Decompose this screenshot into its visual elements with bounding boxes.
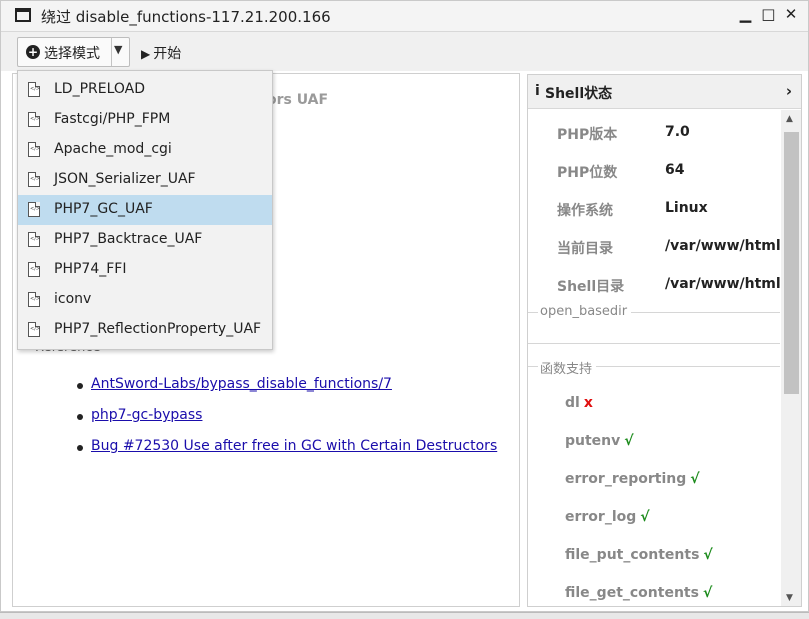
list-item: AntSword-Labs/bypass_disable_functions/7 (76, 376, 497, 407)
list-item: php7-gc-bypass (76, 407, 497, 438)
code-file-icon (28, 142, 40, 157)
check-icon: √ (690, 471, 700, 487)
functions-fieldset: 函数支持 dl x putenv √ error_reporting √ error_… (528, 358, 780, 606)
bottom-edge (0, 612, 809, 619)
functions-legend: 函数支持 (538, 358, 597, 377)
check-icon: √ (703, 547, 713, 563)
close-button[interactable]: ✕ (784, 5, 800, 23)
code-file-icon (28, 172, 40, 187)
title-bar: 绕过 disable_functions-117.21.200.166 ▁ □ … (1, 1, 808, 31)
toolbar: + 选择模式 ▼ ▶ 开始 (1, 31, 808, 71)
function-putenv: putenv √ (565, 433, 634, 449)
reference-list: AntSword-Labs/bypass_disable_functions/7… (76, 376, 497, 469)
reference-link-bug-72530[interactable]: Bug #72530 Use after free in GC with Cer… (91, 438, 497, 454)
window-icon (15, 8, 31, 22)
split-divider (111, 38, 112, 66)
code-file-icon (28, 322, 40, 337)
plus-circle-icon: + (26, 45, 40, 59)
maximize-button[interactable]: □ (761, 5, 777, 23)
start-button[interactable]: ▶ 开始 (141, 43, 181, 63)
check-icon: √ (640, 509, 650, 525)
code-file-icon (28, 112, 40, 127)
function-error-reporting: error_reporting √ (565, 471, 700, 487)
function-error-log: error_log √ (565, 509, 650, 525)
code-file-icon (28, 232, 40, 247)
code-file-icon (28, 82, 40, 97)
function-dl: dl x (565, 395, 593, 411)
menu-item-php74-ffi[interactable]: PHP74_FFI (18, 255, 272, 285)
select-mode-button[interactable]: + 选择模式 ▼ (17, 37, 130, 67)
scrollbar-thumb[interactable] (784, 132, 799, 394)
menu-item-fastcgi-php-fpm[interactable]: Fastcgi/PHP_FPM (18, 105, 272, 135)
prop-php-bits: PHP位数 64 (557, 162, 685, 181)
start-label: 开始 (153, 46, 182, 62)
menu-item-apache-mod-cgi[interactable]: Apache_mod_cgi (18, 135, 272, 165)
prop-current-dir: 当前目录/var/www/html (557, 238, 780, 257)
chevron-down-icon[interactable]: ▼ (114, 43, 122, 56)
shell-status-body: PHP版本 7.0 PHP位数 64 操作系统 Linux 当前目录/var/www/… (528, 110, 780, 606)
shell-status-title: Shell状态 (545, 86, 613, 102)
select-mode-label: 选择模式 (44, 46, 100, 62)
window-controls: ▁ □ ✕ (738, 5, 800, 23)
play-icon: ▶ (141, 47, 151, 61)
shell-status-scrollbar[interactable]: ▲ ▼ (781, 110, 801, 606)
menu-item-iconv[interactable]: iconv (18, 285, 272, 315)
list-item: Bug #72530 Use after free in GC with Cer… (76, 438, 497, 469)
reference-link-antsword-labs[interactable]: AntSword-Labs/bypass_disable_functions/7 (91, 376, 392, 392)
menu-item-php7-backtrace-uaf[interactable]: PHP7_Backtrace_UAF (18, 225, 272, 255)
prop-shell-dir: Shell目录/var/www/html (557, 276, 780, 295)
scroll-down-icon[interactable]: ▼ (786, 593, 793, 603)
code-file-icon (28, 292, 40, 307)
scroll-up-icon[interactable]: ▲ (786, 114, 793, 124)
shell-status-panel: i Shell状态 › PHP版本 7.0 PHP位数 64 操作系统 Linux 当… (527, 74, 802, 607)
menu-item-json-serializer-uaf[interactable]: JSON_Serializer_UAF (18, 165, 272, 195)
prop-php-version: PHP版本 7.0 (557, 124, 690, 143)
prop-os: 操作系统 Linux (557, 200, 708, 219)
check-icon: √ (702, 585, 713, 601)
function-file-put-contents: file_put_contents √ (565, 547, 713, 563)
check-icon: √ (624, 433, 634, 449)
shell-status-header[interactable]: i Shell状态 › (528, 75, 801, 109)
cross-icon: x (583, 395, 593, 411)
chevron-right-icon[interactable]: › (786, 82, 792, 100)
menu-item-php7-reflectionproperty-uaf[interactable]: PHP7_ReflectionProperty_UAF (18, 315, 272, 345)
page-heading: ors UAF (267, 92, 329, 108)
window-title: 绕过 disable_functions-117.21.200.166 (41, 8, 331, 26)
code-file-icon (28, 262, 40, 277)
reference-link-php7-gc-bypass[interactable]: php7-gc-bypass (91, 407, 202, 423)
minimize-button[interactable]: ▁ (738, 5, 754, 23)
mode-dropdown-menu: LD_PRELOAD Fastcgi/PHP_FPM Apache_mod_cg… (17, 70, 273, 350)
function-file-get-contents: file_get_contents √ (565, 585, 713, 601)
open-basedir-fieldset: open_basedir (528, 304, 780, 344)
menu-item-php7-gc-uaf[interactable]: PHP7_GC_UAF (18, 195, 272, 225)
menu-item-ld-preload[interactable]: LD_PRELOAD (18, 75, 272, 105)
info-icon: i (535, 83, 540, 99)
open-basedir-legend: open_basedir (538, 304, 632, 319)
code-file-icon (28, 202, 40, 217)
